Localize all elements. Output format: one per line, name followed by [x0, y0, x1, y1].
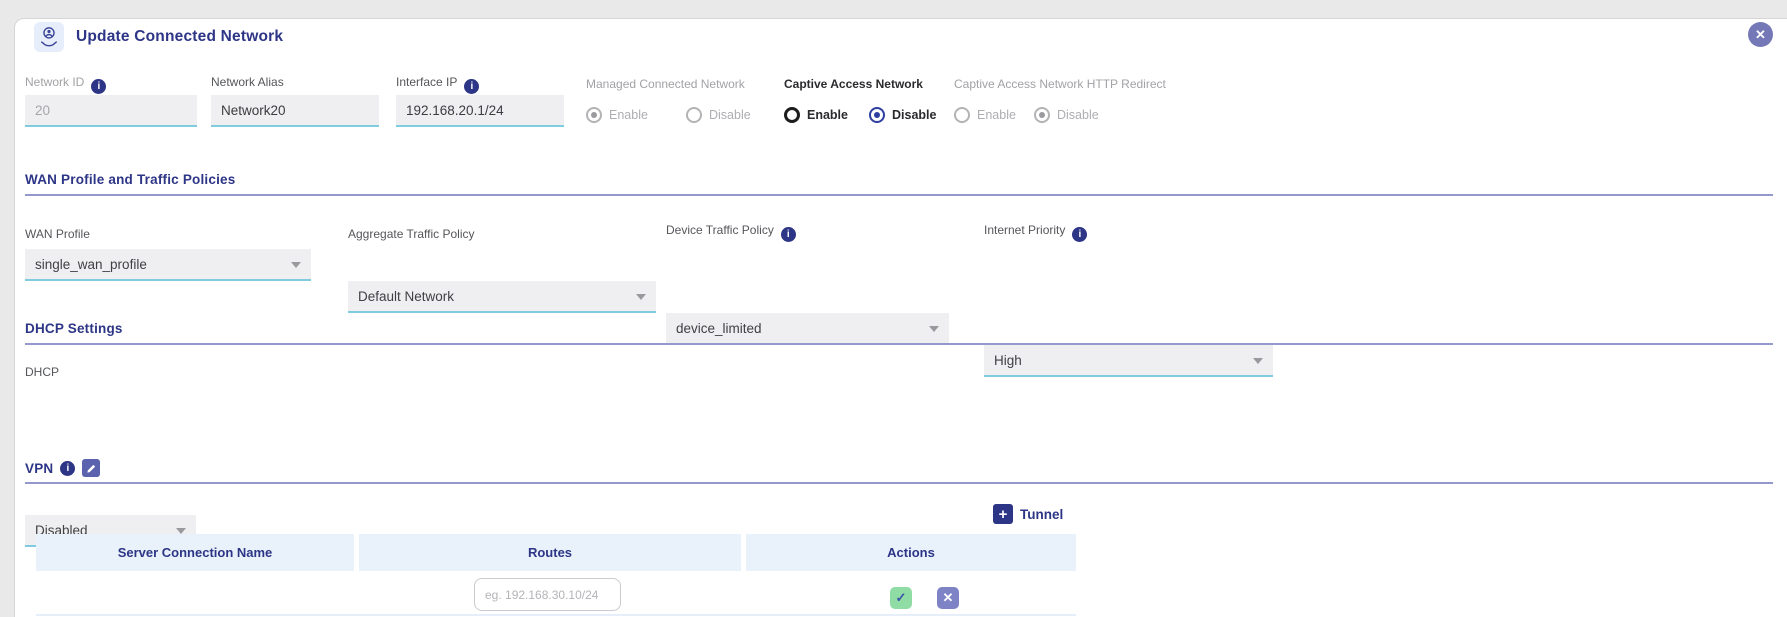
- device-traffic-policy-info-icon[interactable]: i: [781, 227, 796, 242]
- wan-section-divider: [25, 194, 1773, 196]
- dhcp-section-divider: [25, 343, 1773, 345]
- add-tunnel-button[interactable]: + Tunnel: [993, 504, 1063, 524]
- http-redirect-disable-option: Disable: [1034, 107, 1099, 123]
- http-redirect-enable-radio: [954, 107, 970, 123]
- caret-down-icon: [929, 326, 939, 332]
- table-header-server-connection-name: Server Connection Name: [36, 534, 354, 571]
- captive-network-enable-radio[interactable]: [784, 107, 800, 123]
- vpn-section-divider: [25, 482, 1773, 484]
- caret-down-icon: [1253, 358, 1263, 364]
- network-id-label: Network IDi: [25, 75, 106, 94]
- vpn-edit-button[interactable]: [82, 459, 100, 477]
- captive-access-network-label: Captive Access Network: [784, 77, 923, 91]
- check-icon: ✓: [896, 590, 907, 606]
- page-title: Update Connected Network: [76, 28, 283, 46]
- x-icon: ✕: [943, 590, 954, 606]
- table-header-routes: Routes: [359, 534, 741, 571]
- table-header-actions: Actions: [746, 534, 1076, 571]
- network-id-input: [25, 95, 197, 127]
- update-connected-network-modal: Update Connected Network ✕ Network IDi N…: [0, 0, 1787, 617]
- network-id-info-icon[interactable]: i: [91, 79, 106, 94]
- routes-input[interactable]: [474, 578, 621, 611]
- close-icon: ✕: [1755, 27, 1766, 43]
- aggregate-traffic-policy-label: Aggregate Traffic Policy: [348, 227, 475, 241]
- table-row-divider: [36, 614, 1076, 616]
- aggregate-traffic-policy-select[interactable]: Default Network: [348, 281, 656, 313]
- interface-ip-info-icon[interactable]: i: [464, 79, 479, 94]
- device-traffic-policy-label: Device Traffic Policyi: [666, 223, 796, 242]
- captive-network-disable-option[interactable]: Disable: [869, 107, 936, 123]
- vpn-section-title: VPN: [25, 461, 53, 476]
- wan-section-title: WAN Profile and Traffic Policies: [25, 172, 235, 187]
- wan-profile-select[interactable]: single_wan_profile: [25, 249, 311, 281]
- managed-network-disable-option: Disable: [686, 107, 751, 123]
- pencil-icon: [86, 463, 97, 474]
- internet-priority-label: Internet Priorityi: [984, 223, 1087, 242]
- caret-down-icon: [291, 262, 301, 268]
- remove-row-button[interactable]: ✕: [937, 587, 959, 609]
- network-alias-label: Network Alias: [211, 75, 284, 89]
- managed-network-enable-radio: [586, 107, 602, 123]
- tunnel-button-label: Tunnel: [1020, 507, 1063, 522]
- vpn-section-header: VPN i: [25, 459, 100, 477]
- dhcp-label: DHCP: [25, 365, 59, 379]
- captive-http-redirect-label: Captive Access Network HTTP Redirect: [954, 77, 1166, 91]
- caret-down-icon: [636, 294, 646, 300]
- plus-icon: +: [993, 504, 1013, 524]
- device-traffic-policy-select[interactable]: device_limited: [666, 313, 949, 345]
- http-redirect-enable-option: Enable: [954, 107, 1016, 123]
- connected-network-icon: [34, 22, 64, 52]
- dhcp-section-title: DHCP Settings: [25, 321, 123, 336]
- managed-network-enable-option: Enable: [586, 107, 648, 123]
- modal-card: Update Connected Network ✕ Network IDi N…: [14, 18, 1787, 617]
- http-redirect-disable-radio: [1034, 107, 1050, 123]
- network-alias-input[interactable]: [211, 95, 379, 127]
- captive-network-disable-radio[interactable]: [869, 107, 885, 123]
- vpn-info-icon[interactable]: i: [60, 461, 75, 476]
- managed-network-disable-radio: [686, 107, 702, 123]
- confirm-row-button[interactable]: ✓: [890, 587, 912, 609]
- captive-network-enable-option[interactable]: Enable: [784, 107, 848, 123]
- managed-connected-network-label: Managed Connected Network: [586, 77, 745, 91]
- internet-priority-info-icon[interactable]: i: [1072, 227, 1087, 242]
- close-button[interactable]: ✕: [1748, 22, 1773, 47]
- wan-profile-label: WAN Profile: [25, 227, 90, 241]
- interface-ip-input[interactable]: [396, 95, 564, 127]
- internet-priority-select[interactable]: High: [984, 345, 1273, 377]
- interface-ip-label: Interface IPi: [396, 75, 479, 94]
